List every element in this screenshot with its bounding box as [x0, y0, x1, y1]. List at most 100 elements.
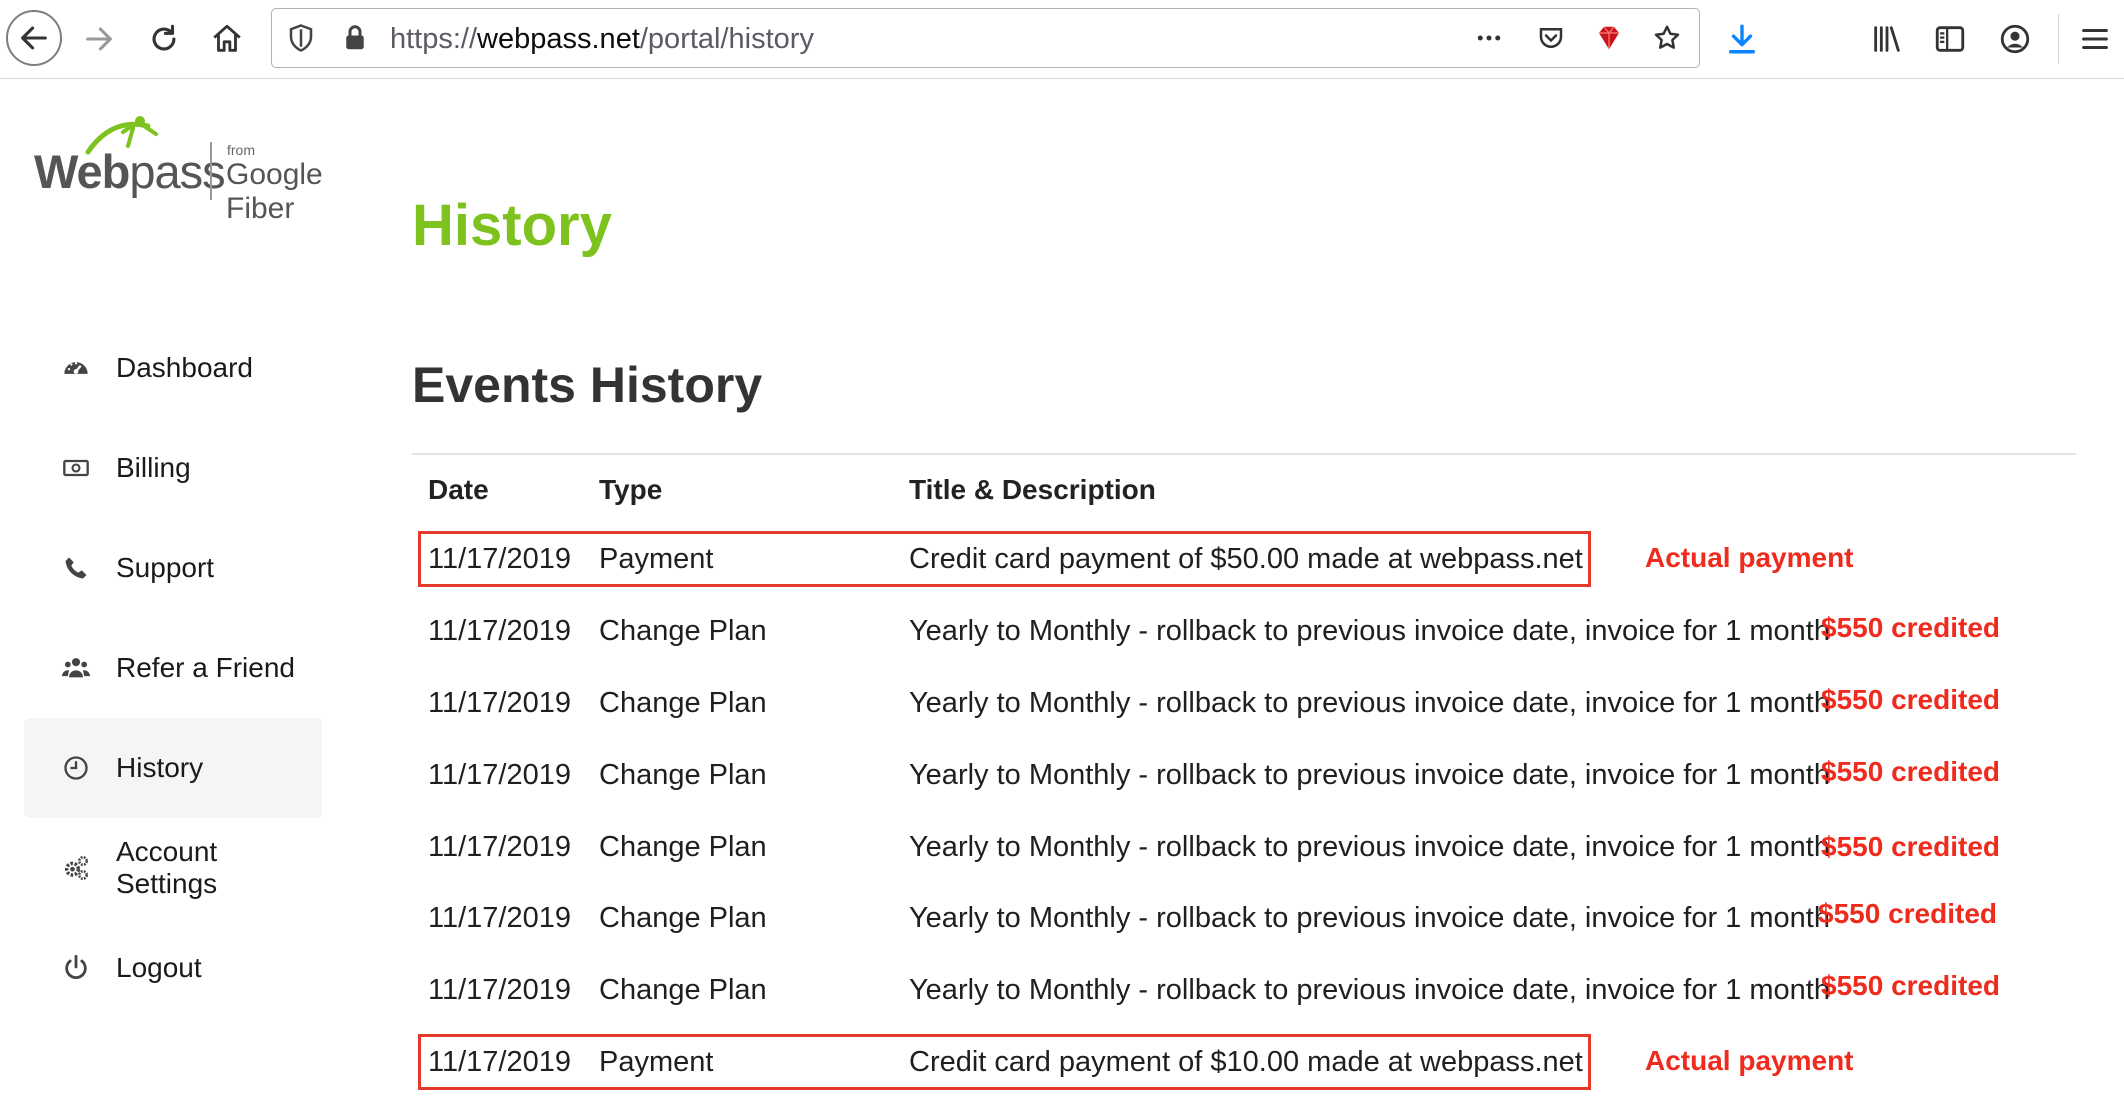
cell-description: Yearly to Monthly - rollback to previous…	[909, 974, 1830, 1006]
home-icon	[213, 24, 241, 52]
cell-description: Credit card payment of $50.00 made at we…	[909, 543, 1583, 575]
sidebar-item-refer-a-friend[interactable]: Refer a Friend	[24, 618, 324, 718]
logo-wordmark: Webpass	[34, 144, 226, 199]
table-row: 11/17/2019 Change Plan Yearly to Monthly -…	[412, 669, 2112, 741]
table-row: 11/17/2019 Payment Credit card payment of …	[412, 1028, 2112, 1100]
sidebar-item-label: Refer a Friend	[116, 652, 295, 683]
sidebar-item-billing[interactable]: Billing	[24, 418, 324, 518]
table-row: 11/17/2019 Change Plan Yearly to Monthly -…	[412, 597, 2112, 669]
power-icon	[62, 954, 90, 982]
table-row: 11/17/2019 Change Plan Yearly to Monthly -…	[412, 813, 2112, 885]
cell-type: Change Plan	[599, 902, 767, 934]
sidebar-item-support[interactable]: Support	[24, 518, 324, 618]
logo-wordmark-bold: Web	[34, 145, 130, 198]
logo-from: from	[227, 142, 255, 158]
row-annotation: $550 credited	[1821, 612, 2000, 643]
section-divider	[412, 453, 2076, 455]
sidebar-item-label: Logout	[116, 952, 202, 983]
cell-date: 11/17/2019	[428, 615, 571, 647]
column-header-description: Title & Description	[909, 474, 1156, 505]
row-annotation: Actual payment	[1645, 542, 1854, 573]
row-annotation: $550 credited	[1821, 831, 2000, 862]
more-icon[interactable]	[1472, 21, 1506, 55]
section-title: Events History	[412, 357, 763, 413]
reload-icon	[152, 24, 176, 51]
cell-type: Change Plan	[599, 759, 767, 791]
cell-type: Change Plan	[599, 974, 767, 1006]
url-text[interactable]: https://webpass.net/portal/history	[390, 23, 814, 56]
table-row: 11/17/2019 Change Plan Yearly to Monthly -…	[412, 741, 2112, 813]
forward-icon	[86, 27, 112, 51]
cell-date: 11/17/2019	[428, 543, 571, 575]
cell-date: 11/17/2019	[428, 1046, 571, 1078]
menu-icon	[2082, 28, 2108, 50]
logo-partner: Google Fiber	[226, 158, 323, 225]
cell-description: Yearly to Monthly - rollback to previous…	[909, 759, 1830, 791]
sidebar-item-label: Account Settings	[116, 836, 218, 899]
table-row: 11/17/2019 Change Plan Yearly to Monthly -…	[412, 884, 2112, 956]
sidebar-nav: Dashboard Billing Support Refer a Friend…	[24, 318, 324, 1018]
sidebar-icon	[1935, 26, 1965, 52]
sidebar-item-label: Billing	[116, 452, 191, 483]
browser-toolbar: https://webpass.net/portal/history	[0, 0, 2124, 79]
cell-type: Payment	[599, 1046, 714, 1078]
table-row: 11/17/2019 Change Plan Yearly to Monthly -…	[412, 956, 2112, 1028]
cell-date: 11/17/2019	[428, 831, 571, 863]
library-button[interactable]	[1858, 10, 1916, 68]
back-icon	[21, 26, 47, 50]
cell-description: Yearly to Monthly - rollback to previous…	[909, 615, 1830, 647]
cell-date: 11/17/2019	[428, 759, 571, 791]
back-button[interactable]	[6, 10, 62, 66]
logo-divider	[210, 142, 212, 200]
url-domain: webpass.net	[477, 23, 640, 55]
lock-icon[interactable]	[338, 21, 372, 55]
account-icon	[2000, 24, 2030, 54]
cell-date: 11/17/2019	[428, 974, 571, 1006]
download-button[interactable]	[1713, 10, 1771, 68]
phone-icon	[62, 554, 90, 582]
sidebar-item-label: History	[116, 752, 204, 783]
cell-type: Payment	[599, 543, 714, 575]
cell-type: Change Plan	[599, 831, 767, 863]
row-annotation: $550 credited	[1818, 898, 1997, 929]
cell-date: 11/17/2019	[428, 687, 571, 719]
pocket-icon[interactable]	[1534, 21, 1568, 55]
sidebar-item-history[interactable]: History	[24, 718, 322, 818]
cell-description: Yearly to Monthly - rollback to previous…	[909, 831, 1830, 863]
forward-button[interactable]	[70, 10, 128, 68]
page-title: History	[412, 193, 612, 258]
ruby-extension-icon[interactable]	[1592, 21, 1626, 55]
bookmark-star-icon[interactable]	[1650, 21, 1684, 55]
row-annotation: $550 credited	[1821, 756, 2000, 787]
cell-description: Yearly to Monthly - rollback to previous…	[909, 687, 1830, 719]
cell-date: 11/17/2019	[428, 902, 571, 934]
column-header-type: Type	[599, 474, 663, 505]
menu-button[interactable]	[2066, 10, 2124, 68]
sidebar-item-dashboard[interactable]: Dashboard	[24, 318, 324, 418]
clock-icon	[62, 754, 90, 782]
account-button[interactable]	[1986, 10, 2044, 68]
table-row: 11/17/2019 Payment Credit card payment of …	[412, 525, 2112, 597]
cell-type: Change Plan	[599, 687, 767, 719]
cell-type: Change Plan	[599, 615, 767, 647]
dashboard-icon	[62, 354, 90, 382]
cell-description: Yearly to Monthly - rollback to previous…	[909, 902, 1830, 934]
toolbar-divider	[2058, 14, 2059, 64]
row-annotation: $550 credited	[1821, 684, 2000, 715]
reload-button[interactable]	[135, 10, 193, 68]
sidebar-button[interactable]	[1921, 10, 1979, 68]
address-bar[interactable]: https://webpass.net/portal/history	[271, 8, 1700, 68]
cell-description: Credit card payment of $10.00 made at we…	[909, 1046, 1583, 1078]
shield-icon[interactable]	[284, 21, 318, 55]
sidebar-item-label: Support	[116, 552, 215, 583]
billing-icon	[62, 454, 90, 482]
users-icon	[62, 654, 90, 682]
webpass-logo[interactable]: Webpass from Google Fiber	[34, 112, 394, 225]
sidebar-item-account-settings[interactable]: Account Settings	[24, 818, 324, 918]
home-button[interactable]	[198, 10, 256, 68]
sidebar-item-label: Dashboard	[116, 352, 253, 383]
library-icon	[1874, 26, 1900, 52]
download-icon	[1728, 24, 1756, 54]
row-annotation: $550 credited	[1821, 970, 2000, 1001]
sidebar-item-logout[interactable]: Logout	[24, 918, 324, 1018]
